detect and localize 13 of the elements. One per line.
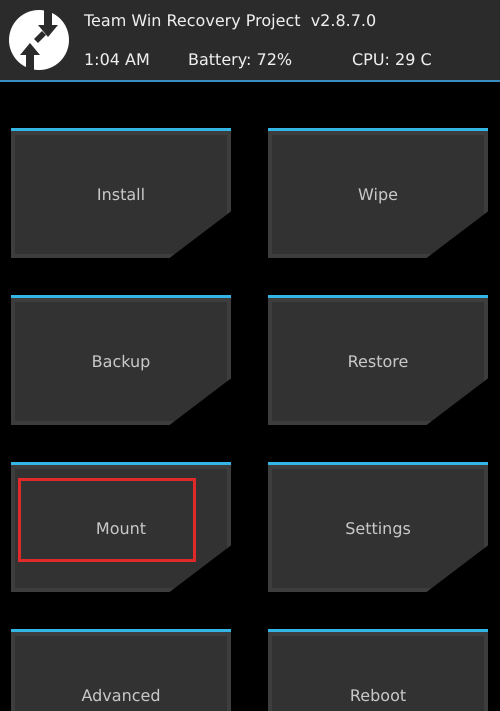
menu-button[interactable]: Wipe bbox=[268, 128, 488, 258]
app-title: Team Win Recovery Project v2.8.7.0 bbox=[84, 11, 378, 30]
menu-button[interactable]: Settings bbox=[268, 462, 488, 592]
menu-button[interactable]: Install bbox=[11, 128, 231, 258]
battery-text: Battery: 72% bbox=[188, 50, 294, 69]
menu-button[interactable]: Mount bbox=[11, 462, 231, 592]
cpu-text: CPU: 29 C bbox=[352, 50, 433, 69]
menu-button[interactable]: Reboot bbox=[268, 629, 488, 711]
logo-icon bbox=[8, 9, 70, 71]
menu-button[interactable]: Backup bbox=[11, 295, 231, 425]
menu-button[interactable]: Advanced bbox=[11, 629, 231, 711]
clock-text: 1:04 AM bbox=[84, 50, 151, 69]
menu-button[interactable]: Restore bbox=[268, 295, 488, 425]
